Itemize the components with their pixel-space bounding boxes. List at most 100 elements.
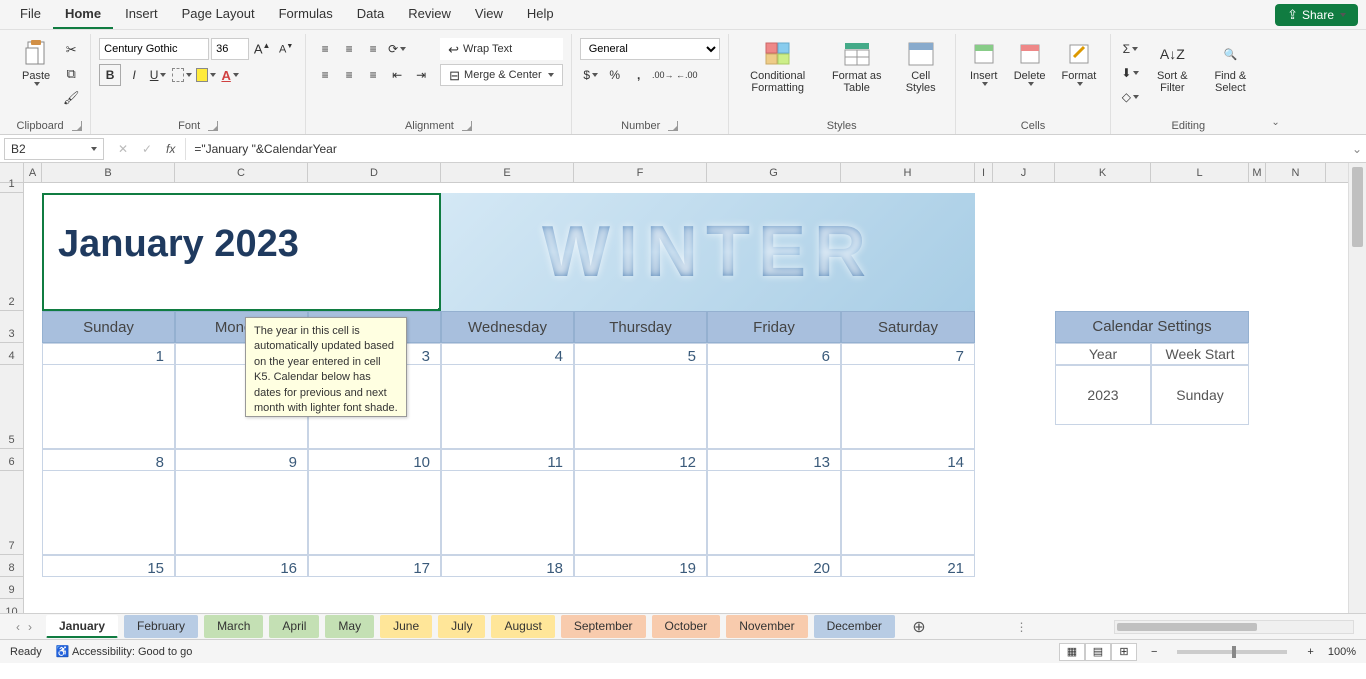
row-header-2[interactable]: 2 xyxy=(0,193,23,311)
cal-note-cell[interactable] xyxy=(574,365,707,449)
number-dialog-launcher[interactable] xyxy=(668,121,678,131)
autosum-button[interactable]: Σ xyxy=(1119,38,1141,60)
col-header-K[interactable]: K xyxy=(1055,163,1151,182)
zoom-in-button[interactable]: + xyxy=(1307,646,1313,658)
conditional-formatting-button[interactable]: Conditional Formatting xyxy=(737,38,819,96)
orientation-button[interactable]: ⟳ xyxy=(386,38,408,60)
menu-data[interactable]: Data xyxy=(345,0,396,29)
zoom-level[interactable]: 100% xyxy=(1328,646,1356,658)
cal-note-cell[interactable] xyxy=(574,471,707,555)
sheet-tab-september[interactable]: September xyxy=(561,615,646,638)
copy-button[interactable]: ⧉ xyxy=(60,62,82,84)
align-bottom-button[interactable]: ≡ xyxy=(362,38,384,60)
menu-help[interactable]: Help xyxy=(515,0,566,29)
col-header-N[interactable]: N xyxy=(1266,163,1326,182)
cal-date-cell[interactable]: 7 xyxy=(841,343,975,365)
col-header-M[interactable]: M xyxy=(1249,163,1266,182)
tab-options-button[interactable]: ⋮ xyxy=(1015,620,1027,634)
merge-center-button[interactable]: ⊟Merge & Center xyxy=(440,64,563,86)
sheet-tab-july[interactable]: July xyxy=(438,615,485,638)
cancel-formula-button[interactable]: ✕ xyxy=(112,138,134,160)
accounting-format-button[interactable]: $ xyxy=(580,64,602,86)
cal-note-cell[interactable] xyxy=(42,365,175,449)
menu-review[interactable]: Review xyxy=(396,0,463,29)
cut-button[interactable]: ✂ xyxy=(60,38,82,60)
sort-filter-button[interactable]: A↓ZSort & Filter xyxy=(1145,38,1199,96)
comma-format-button[interactable]: , xyxy=(628,64,650,86)
borders-button[interactable] xyxy=(171,64,193,86)
format-painter-button[interactable]: 🖌 xyxy=(60,86,82,108)
fill-button[interactable]: ⬇ xyxy=(1119,62,1141,84)
font-dialog-launcher[interactable] xyxy=(208,121,218,131)
sheet-tab-october[interactable]: October xyxy=(652,615,721,638)
font-color-button[interactable]: A xyxy=(219,64,241,86)
col-header-H[interactable]: H xyxy=(841,163,975,182)
cal-day-header-3[interactable]: Wednesday xyxy=(441,311,574,343)
paste-button[interactable]: Paste xyxy=(16,38,56,88)
zoom-out-button[interactable]: − xyxy=(1151,646,1157,658)
increase-decimal-button[interactable]: .00→ xyxy=(652,64,674,86)
col-header-C[interactable]: C xyxy=(175,163,308,182)
row-header-7[interactable]: 7 xyxy=(0,471,23,555)
cal-date-cell[interactable]: 9 xyxy=(175,449,308,471)
add-sheet-button[interactable]: ⊕ xyxy=(909,617,929,637)
accessibility-status[interactable]: ♿ Accessibility: Good to go xyxy=(56,645,193,658)
row-header-5[interactable]: 5 xyxy=(0,365,23,449)
scrollbar-thumb[interactable] xyxy=(1352,167,1363,247)
cal-date-cell[interactable]: 1 xyxy=(42,343,175,365)
zoom-slider[interactable] xyxy=(1177,650,1287,654)
enter-formula-button[interactable]: ✓ xyxy=(136,138,158,160)
col-header-J[interactable]: J xyxy=(993,163,1055,182)
sheet-tab-january[interactable]: January xyxy=(46,615,118,638)
cal-day-header-0[interactable]: Sunday xyxy=(42,311,175,343)
sheet-tab-june[interactable]: June xyxy=(380,615,432,638)
clear-button[interactable]: ◇ xyxy=(1119,86,1141,108)
cal-date-cell[interactable]: 15 xyxy=(42,555,175,577)
cal-date-cell[interactable]: 5 xyxy=(574,343,707,365)
row-header-9[interactable]: 9 xyxy=(0,577,23,599)
menu-page-layout[interactable]: Page Layout xyxy=(170,0,267,29)
cal-date-cell[interactable]: 12 xyxy=(574,449,707,471)
cal-note-cell[interactable] xyxy=(841,365,975,449)
delete-cells-button[interactable]: Delete xyxy=(1008,38,1052,88)
page-break-view-button[interactable]: ⊞ xyxy=(1111,643,1137,661)
sheet-tab-may[interactable]: May xyxy=(325,615,374,638)
prev-sheet-button[interactable]: ‹ xyxy=(16,620,20,634)
cell-month-title[interactable]: January 2023 xyxy=(42,193,441,311)
col-header-I[interactable]: I xyxy=(975,163,993,182)
row-header-8[interactable]: 8 xyxy=(0,555,23,577)
name-box[interactable]: B2 xyxy=(4,138,104,160)
row-header-1[interactable]: 1 xyxy=(0,183,23,193)
cal-day-header-5[interactable]: Friday xyxy=(707,311,841,343)
cal-note-cell[interactable] xyxy=(707,365,841,449)
align-top-button[interactable]: ≡ xyxy=(314,38,336,60)
format-cells-button[interactable]: Format xyxy=(1056,38,1103,88)
menu-view[interactable]: View xyxy=(463,0,515,29)
sheet-tab-december[interactable]: December xyxy=(814,615,895,638)
vertical-scrollbar[interactable] xyxy=(1348,163,1366,613)
cell-styles-button[interactable]: Cell Styles xyxy=(895,38,947,96)
cal-note-cell[interactable] xyxy=(308,471,441,555)
bold-button[interactable]: B xyxy=(99,64,121,86)
cal-date-cell[interactable]: 17 xyxy=(308,555,441,577)
cells-area[interactable]: January 2023WINTERSundayMondayTuesdayWed… xyxy=(24,183,1348,613)
cal-date-cell[interactable]: 8 xyxy=(42,449,175,471)
col-header-E[interactable]: E xyxy=(441,163,574,182)
cal-note-cell[interactable] xyxy=(441,365,574,449)
menu-insert[interactable]: Insert xyxy=(113,0,170,29)
cal-date-cell[interactable]: 19 xyxy=(574,555,707,577)
sheet-tab-april[interactable]: April xyxy=(269,615,319,638)
cal-date-cell[interactable]: 14 xyxy=(841,449,975,471)
cal-note-cell[interactable] xyxy=(841,471,975,555)
row-header-6[interactable]: 6 xyxy=(0,449,23,471)
increase-font-button[interactable]: A▲ xyxy=(251,38,273,60)
align-right-button[interactable]: ≡ xyxy=(362,64,384,86)
align-center-button[interactable]: ≡ xyxy=(338,64,360,86)
page-layout-view-button[interactable]: ▤ xyxy=(1085,643,1111,661)
alignment-dialog-launcher[interactable] xyxy=(462,121,472,131)
format-as-table-button[interactable]: Format as Table xyxy=(823,38,891,96)
italic-button[interactable]: I xyxy=(123,64,145,86)
font-name-select[interactable] xyxy=(99,38,209,60)
insert-cells-button[interactable]: Insert xyxy=(964,38,1004,88)
col-header-B[interactable]: B xyxy=(42,163,175,182)
